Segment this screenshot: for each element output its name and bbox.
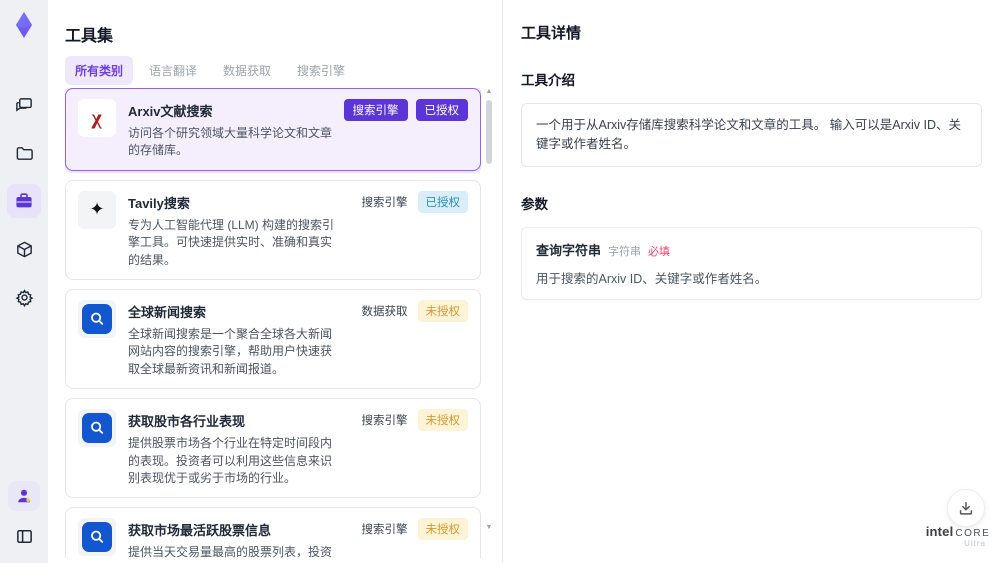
gear-icon bbox=[15, 288, 33, 307]
tool-card-arxiv[interactable]: χ Arxiv文献搜索 访问各个研究领域大量科学论文和文章的存储库。 搜索引擎 … bbox=[65, 88, 481, 171]
category-badge: 搜索引擎 bbox=[343, 99, 408, 121]
chat-icon bbox=[15, 97, 32, 112]
tavily-star-logo-icon: ✦ bbox=[78, 190, 116, 229]
sidebar-item-settings[interactable] bbox=[7, 280, 41, 314]
blue-search-logo-icon bbox=[78, 299, 116, 338]
param-card: 查询字符串 字符串 必填 用于搜索的Arxiv ID、关键字或作者姓名。 bbox=[521, 226, 982, 300]
arxiv-logo-icon: χ bbox=[78, 99, 116, 137]
tab-data-acquisition[interactable]: 数据获取 bbox=[213, 56, 281, 85]
tab-language-translation[interactable]: 语言翻译 bbox=[139, 56, 207, 85]
folder-icon bbox=[16, 146, 33, 160]
tab-all-categories[interactable]: 所有类别 bbox=[65, 56, 134, 85]
param-name: 查询字符串 bbox=[536, 242, 602, 258]
tool-description: 全球新闻搜索是一个聚合全球各大新闻网站内容的搜索引擎，帮助用户快速获取全球最新资… bbox=[128, 326, 333, 376]
intro-text-box: 一个用于从Arxiv存储库搜索科学论文和文章的工具。 输入可以是Arxiv ID… bbox=[521, 103, 982, 167]
status-badge: 未授权 bbox=[417, 299, 468, 322]
brand-tier-text: Ultra bbox=[964, 539, 986, 548]
blue-search-logo-icon bbox=[78, 518, 116, 557]
param-description: 用于搜索的Arxiv ID、关键字或作者姓名。 bbox=[536, 271, 768, 286]
tool-name: Tavily搜索 bbox=[128, 195, 190, 211]
user-icon bbox=[18, 489, 30, 503]
tool-name: 获取市场最活跃股票信息 bbox=[128, 523, 272, 539]
briefcase-icon bbox=[16, 193, 32, 208]
param-required-badge: 必填 bbox=[648, 245, 671, 258]
sidebar-item-chat[interactable] bbox=[7, 88, 41, 122]
app-logo[interactable] bbox=[9, 10, 39, 40]
panel-layout-icon bbox=[16, 529, 32, 543]
sidebar-item-collapse[interactable] bbox=[7, 519, 41, 553]
category-badge: 搜索引擎 bbox=[361, 524, 408, 537]
rail-bottom bbox=[0, 481, 48, 553]
scroll-up-icon[interactable]: ▲ bbox=[485, 88, 493, 96]
brand-core-text: CORE bbox=[955, 528, 991, 539]
status-badge: 未授权 bbox=[417, 518, 468, 541]
tool-description: 专为人工智能代理 (LLM) 构建的搜索引擎工具。可快速提供实时、准确和真实的结… bbox=[128, 217, 335, 267]
status-badge: 已授权 bbox=[415, 99, 468, 121]
tool-name: 获取股市各行业表现 bbox=[128, 414, 246, 430]
sidebar-item-user[interactable] bbox=[8, 481, 40, 511]
toolset-panel: 工具集 所有类别 语言翻译 数据获取 搜索引擎 χ Arxiv文献搜索 访问各个… bbox=[48, 0, 502, 563]
blue-search-logo-icon bbox=[78, 409, 116, 448]
tool-name: 全球新闻搜索 bbox=[128, 304, 207, 320]
status-badge: 未授权 bbox=[417, 409, 468, 432]
brand-intel-text: intel bbox=[925, 524, 954, 539]
sidebar-item-plugins[interactable] bbox=[7, 232, 41, 266]
tool-description: 提供股票市场各个行业在特定时间段内的表现。投资者可以利用这些信息来识别表现优于或… bbox=[128, 436, 333, 485]
category-badge: 搜索引擎 bbox=[361, 415, 408, 428]
diamond-logo-icon bbox=[16, 12, 32, 38]
list-scrollbar[interactable]: ▲ ▼ bbox=[484, 88, 494, 546]
page-title: 工具集 bbox=[65, 28, 114, 45]
tool-card-global-news[interactable]: 全球新闻搜索 全球新闻搜索是一个聚合全球各大新闻网站内容的搜索引擎，帮助用户快速… bbox=[65, 288, 481, 390]
status-badge: 已授权 bbox=[417, 190, 468, 213]
tool-card-stock-sector[interactable]: 获取股市各行业表现 提供股票市场各个行业在特定时间段内的表现。投资者可以利用这些… bbox=[65, 398, 481, 499]
category-tabs: 所有类别 语言翻译 数据获取 搜索引擎 bbox=[65, 56, 355, 85]
tool-card-active-stocks[interactable]: 获取市场最活跃股票信息 提供当天交易量最高的股票列表，投资者可以利用这些信息来识… bbox=[65, 507, 481, 558]
left-rail bbox=[0, 0, 48, 563]
sidebar-item-tools[interactable] bbox=[7, 184, 41, 218]
tool-list: χ Arxiv文献搜索 访问各个研究领域大量科学论文和文章的存储库。 搜索引擎 … bbox=[65, 88, 481, 558]
tool-card-tavily[interactable]: ✦ Tavily搜索 专为人工智能代理 (LLM) 构建的搜索引擎工具。可快速提… bbox=[65, 179, 481, 280]
tool-details-panel: 工具详情 工具介绍 一个用于从Arxiv存储库搜索科学论文和文章的工具。 输入可… bbox=[502, 0, 1000, 563]
rail-nav bbox=[7, 88, 41, 314]
tool-description: 访问各个研究领域大量科学论文和文章的存储库。 bbox=[128, 126, 333, 158]
intel-core-logo: intel CORE Ultra bbox=[925, 524, 991, 548]
download-button[interactable] bbox=[947, 489, 985, 527]
tab-search-engine[interactable]: 搜索引擎 bbox=[287, 56, 355, 85]
scroll-down-icon[interactable]: ▼ bbox=[485, 524, 493, 532]
tool-description: 提供当天交易量最高的股票列表，投资者可以利用这些信息来识别流动性强的股票和潜在的… bbox=[128, 545, 333, 558]
details-title: 工具详情 bbox=[521, 25, 582, 42]
cube-icon bbox=[16, 241, 32, 257]
param-type: 字符串 bbox=[608, 245, 642, 258]
tool-name: Arxiv文献搜索 bbox=[128, 104, 213, 119]
params-heading: 参数 bbox=[521, 196, 548, 212]
category-badge: 数据获取 bbox=[361, 305, 408, 318]
sidebar-item-files[interactable] bbox=[7, 136, 41, 170]
download-icon bbox=[959, 502, 973, 515]
scrollbar-thumb[interactable] bbox=[486, 100, 492, 164]
intro-heading: 工具介绍 bbox=[521, 73, 575, 88]
category-badge: 搜索引擎 bbox=[361, 196, 408, 209]
